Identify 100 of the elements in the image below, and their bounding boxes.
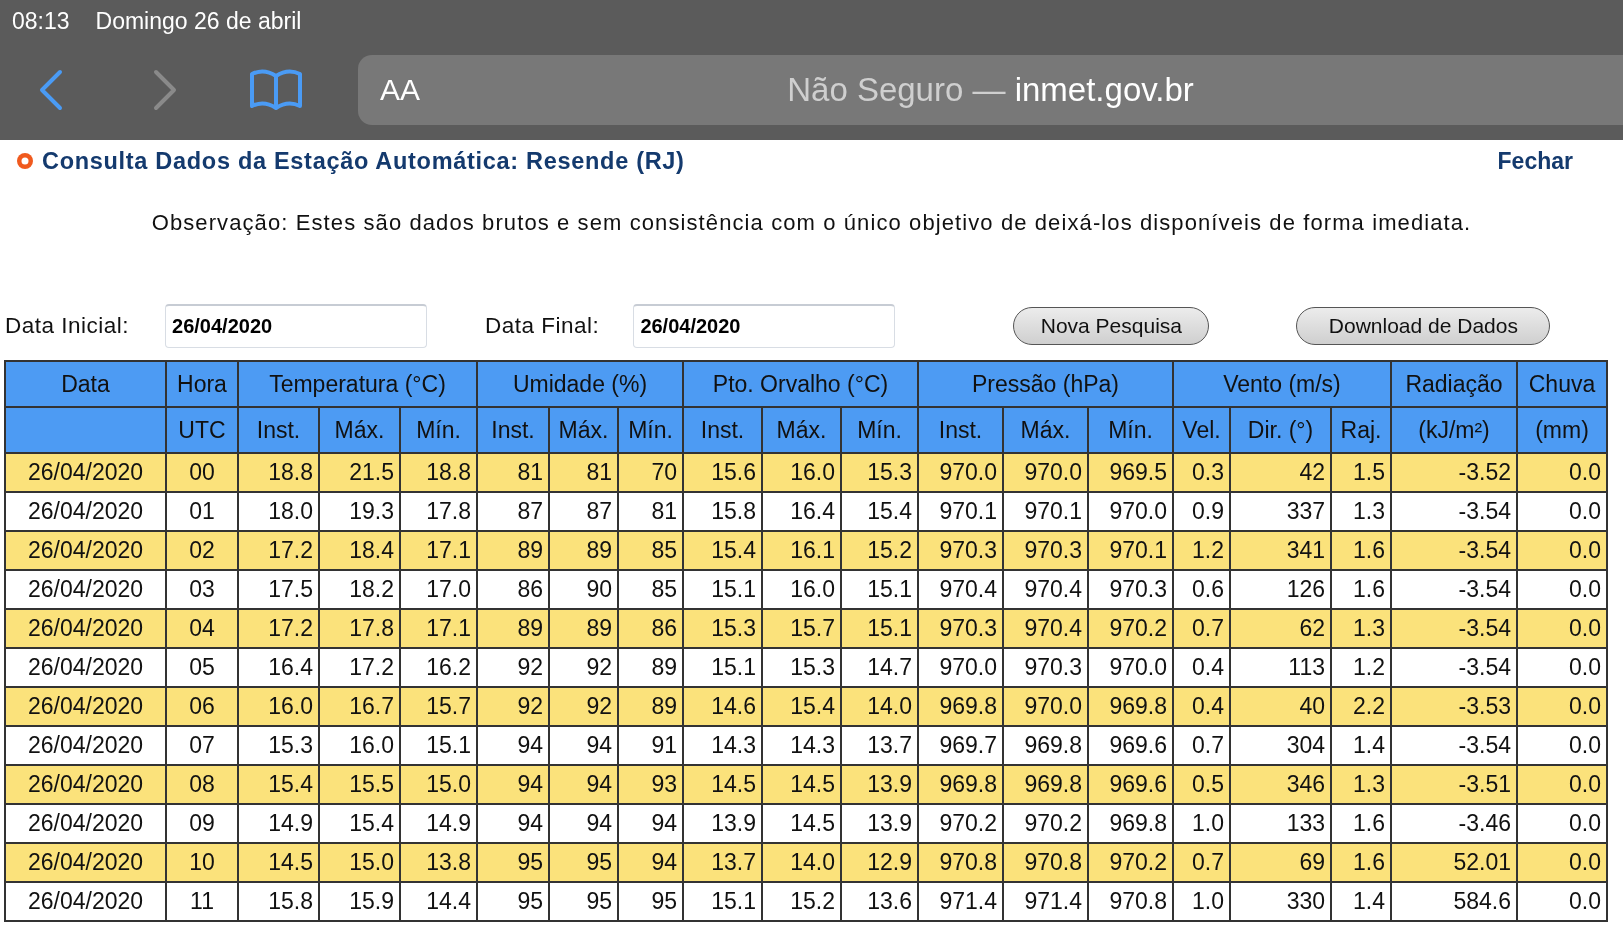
table-cell: 81: [549, 453, 618, 492]
table-cell: 10: [166, 843, 238, 882]
column-header: Mín.: [618, 407, 683, 453]
download-button[interactable]: Download de Dados: [1296, 307, 1551, 345]
table-cell: 16.7: [319, 687, 400, 726]
date-field[interactable]: 26/04/2020: [633, 304, 896, 348]
table-cell: 69: [1230, 843, 1331, 882]
table-cell: 1.6: [1331, 843, 1391, 882]
close-link[interactable]: Fechar: [1497, 147, 1573, 175]
table-cell: 14.0: [841, 687, 918, 726]
table-cell: 0.0: [1517, 609, 1607, 648]
table-cell: 971.4: [918, 882, 1003, 921]
table-cell: 17.1: [400, 609, 477, 648]
table-cell: -3.51: [1391, 765, 1517, 804]
table-cell: 26/04/2020: [5, 882, 166, 921]
status-date: Domingo 26 de abril: [95, 6, 302, 35]
table-cell: 970.3: [1003, 531, 1088, 570]
table-cell: 26/04/2020: [5, 687, 166, 726]
table-cell: 1.2: [1173, 531, 1230, 570]
table-cell: 14.5: [683, 765, 762, 804]
table-cell: 970.0: [1003, 453, 1088, 492]
table-cell: 89: [549, 531, 618, 570]
table-cell: 18.4: [319, 531, 400, 570]
note-text: Observação: Estes são dados brutos e sem consistência com o único objetivo de deixá-los disponíveis de forma imediata.: [150, 210, 1473, 236]
table-cell: 95: [549, 843, 618, 882]
table-cell: 94: [477, 765, 549, 804]
group-header: Data: [5, 361, 166, 407]
column-header: UTC: [166, 407, 238, 453]
table-cell: 0.0: [1517, 687, 1607, 726]
column-header: Mín.: [841, 407, 918, 453]
table-cell: 14.5: [238, 843, 319, 882]
url-text: Não Seguro — inmet.gov.br: [787, 71, 1194, 109]
table-cell: 08: [166, 765, 238, 804]
table-cell: 26/04/2020: [5, 765, 166, 804]
table-cell: -3.54: [1391, 609, 1517, 648]
table-cell: 13.9: [841, 765, 918, 804]
search-button[interactable]: Nova Pesquisa: [1013, 307, 1210, 345]
table-cell: 15.7: [762, 609, 841, 648]
table-cell: 1.3: [1331, 609, 1391, 648]
table-cell: 94: [618, 843, 683, 882]
table-cell: 15.4: [238, 765, 319, 804]
table-cell: -3.52: [1391, 453, 1517, 492]
column-header: Inst.: [477, 407, 549, 453]
table-cell: 15.5: [319, 765, 400, 804]
table-cell: 0.4: [1173, 687, 1230, 726]
table-cell: 13.6: [841, 882, 918, 921]
date-field[interactable]: 26/04/2020: [165, 304, 428, 348]
table-cell: 42: [1230, 453, 1331, 492]
table-cell: 970.2: [1088, 843, 1173, 882]
table-cell: -3.54: [1391, 531, 1517, 570]
group-header: Pto. Orvalho (°C): [683, 361, 918, 407]
table-cell: 89: [618, 687, 683, 726]
table-cell: 62: [1230, 609, 1331, 648]
table-cell: 40: [1230, 687, 1331, 726]
table-cell: 17.2: [238, 531, 319, 570]
table-cell: 970.2: [1088, 609, 1173, 648]
column-header: Mín.: [1088, 407, 1173, 453]
column-header: Máx.: [319, 407, 400, 453]
column-header: Máx.: [549, 407, 618, 453]
table-cell: 14.4: [400, 882, 477, 921]
table-cell: 970.4: [1003, 609, 1088, 648]
group-header: Umidade (%): [477, 361, 683, 407]
column-header: (mm): [1517, 407, 1607, 453]
table-cell: 26/04/2020: [5, 453, 166, 492]
table-cell: 1.3: [1331, 765, 1391, 804]
table-cell: 2.2: [1331, 687, 1391, 726]
status-time: 08:13: [12, 6, 70, 35]
text-size-button[interactable]: AA: [380, 73, 421, 107]
table-cell: 85: [618, 531, 683, 570]
field-label: Data Final:: [485, 313, 600, 339]
column-header: Mín.: [400, 407, 477, 453]
table-cell: 13.8: [400, 843, 477, 882]
column-header: Máx.: [762, 407, 841, 453]
table-cell: 70: [618, 453, 683, 492]
table-cell: 17.2: [238, 609, 319, 648]
table-cell: 1.4: [1331, 882, 1391, 921]
table-cell: 970.8: [1088, 882, 1173, 921]
table-cell: 0.3: [1173, 453, 1230, 492]
table-cell: 1.6: [1331, 531, 1391, 570]
table-cell: 971.4: [1003, 882, 1088, 921]
table-cell: 95: [477, 882, 549, 921]
table-cell: 0.0: [1517, 843, 1607, 882]
table-cell: 18.8: [238, 453, 319, 492]
table-cell: 1.0: [1173, 882, 1230, 921]
table-cell: 04: [166, 609, 238, 648]
column-header: Vel.: [1173, 407, 1230, 453]
table-cell: 13.7: [683, 843, 762, 882]
table-cell: 1.5: [1331, 453, 1391, 492]
table-cell: 970.1: [1088, 531, 1173, 570]
table-cell: 969.8: [1088, 687, 1173, 726]
table-cell: 14.5: [762, 765, 841, 804]
table-cell: 06: [166, 687, 238, 726]
column-header: Inst.: [918, 407, 1003, 453]
table-cell: 970.8: [1003, 843, 1088, 882]
table-cell: 15.8: [238, 882, 319, 921]
address-bar[interactable]: AA Não Seguro — inmet.gov.br: [358, 55, 1623, 125]
table-cell: 26/04/2020: [5, 843, 166, 882]
table-cell: 15.0: [319, 843, 400, 882]
table-cell: 0.0: [1517, 453, 1607, 492]
table-cell: 17.1: [400, 531, 477, 570]
